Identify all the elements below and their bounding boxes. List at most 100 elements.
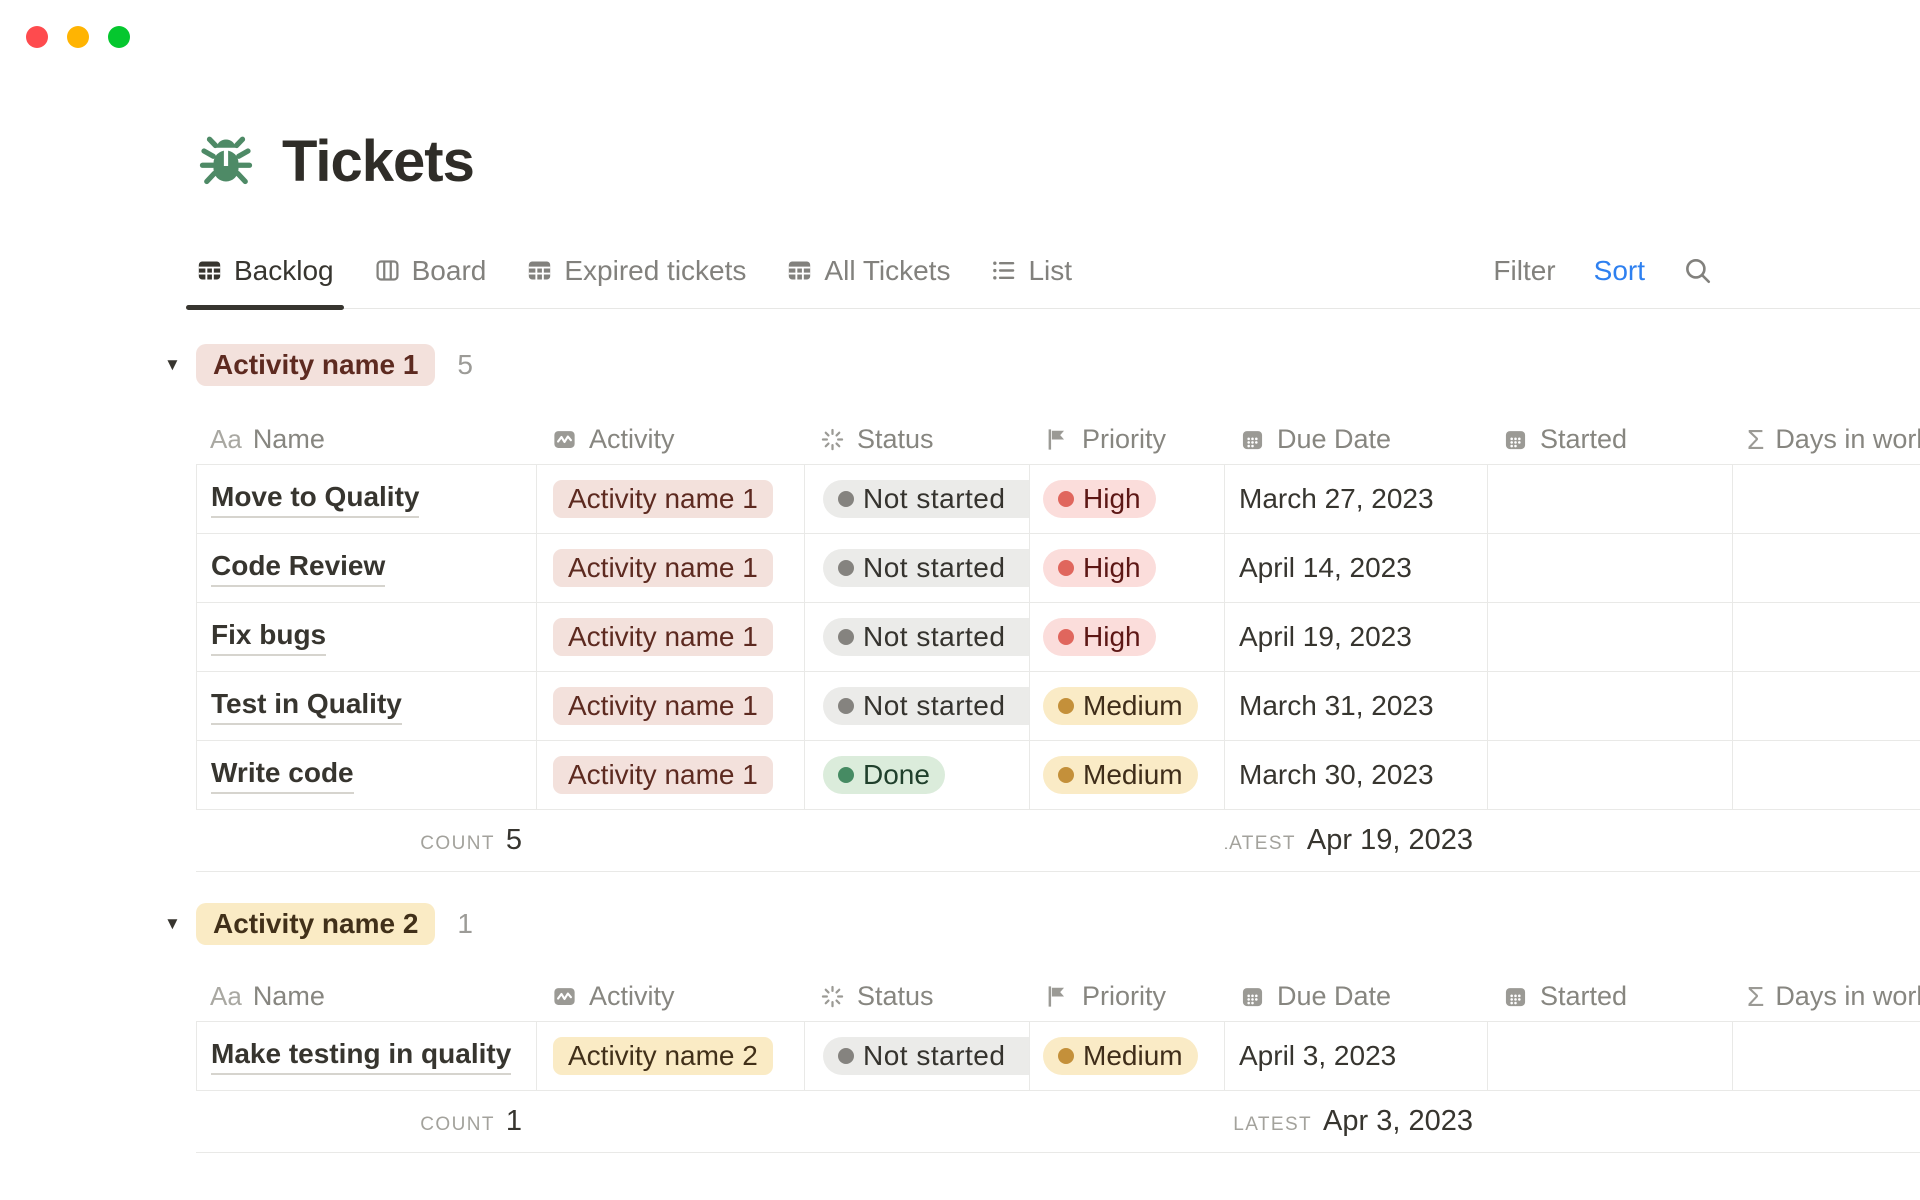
status-badge: Not started [823, 480, 1030, 518]
count-calculation[interactable]: COUNT 1 [196, 1091, 537, 1152]
activity-cell[interactable]: Activity name 1 [537, 465, 805, 534]
minimize-button[interactable] [67, 26, 89, 48]
activity-cell[interactable]: Activity name 1 [537, 741, 805, 810]
group-badge[interactable]: Activity name 1 [196, 344, 435, 386]
column-header-activity[interactable]: Activity [537, 415, 805, 464]
column-header-days-in-work[interactable]: Σ Days in work [1733, 972, 1920, 1021]
status-cell[interactable]: Not started [805, 1022, 1030, 1091]
priority-cell[interactable]: Medium [1030, 741, 1225, 810]
tickets-table: Aa Name Activity [196, 415, 1920, 872]
table-row: Code Review Activity name 1 Not started … [196, 534, 1920, 603]
column-header-status[interactable]: Status [805, 972, 1030, 1021]
activity-chart-icon [551, 426, 578, 453]
due-date-cell[interactable]: March 30, 2023 [1225, 741, 1488, 810]
tab-expired-tickets[interactable]: Expired tickets [526, 233, 746, 308]
days-in-work-cell[interactable] [1733, 1022, 1920, 1091]
column-header-days-in-work[interactable]: Σ Days in work [1733, 415, 1920, 464]
text-icon: Aa [210, 424, 242, 455]
started-cell[interactable] [1488, 465, 1733, 534]
latest-calculation[interactable]: LATEST Apr 19, 2023 [1225, 810, 1488, 871]
column-header-priority[interactable]: Priority [1030, 972, 1225, 1021]
days-in-work-cell[interactable] [1733, 534, 1920, 603]
calendar-icon [1502, 426, 1529, 453]
status-cell[interactable]: Done [805, 741, 1030, 810]
column-header-priority[interactable]: Priority [1030, 415, 1225, 464]
page-title[interactable]: Tickets [282, 128, 474, 195]
status-dot [838, 767, 854, 783]
started-cell[interactable] [1488, 603, 1733, 672]
status-dot [838, 1048, 854, 1064]
sigma-icon: Σ [1747, 981, 1764, 1013]
priority-badge: High [1043, 618, 1156, 656]
priority-cell[interactable]: High [1030, 603, 1225, 672]
days-in-work-cell[interactable] [1733, 741, 1920, 810]
tab-all-tickets[interactable]: All Tickets [786, 233, 950, 308]
name-cell[interactable]: Test in Quality [196, 672, 537, 741]
tab-list[interactable]: List [990, 233, 1072, 308]
activity-cell[interactable]: Activity name 1 [537, 672, 805, 741]
priority-cell[interactable]: Medium [1030, 1022, 1225, 1091]
days-in-work-cell[interactable] [1733, 465, 1920, 534]
column-header-status[interactable]: Status [805, 415, 1030, 464]
column-header-due-date[interactable]: Due Date [1225, 972, 1488, 1021]
status-badge: Done [823, 756, 945, 794]
status-cell[interactable]: Not started [805, 603, 1030, 672]
name-cell[interactable]: Make testing in quality [196, 1022, 537, 1091]
sort-button[interactable]: Sort [1594, 255, 1645, 287]
name-cell[interactable]: Fix bugs [196, 603, 537, 672]
due-date-cell[interactable]: April 14, 2023 [1225, 534, 1488, 603]
activity-tag: Activity name 2 [553, 1037, 773, 1075]
column-header-name[interactable]: Aa Name [196, 415, 537, 464]
collapse-triangle-icon[interactable]: ▼ [164, 355, 181, 375]
activity-tag: Activity name 1 [553, 687, 773, 725]
bug-icon[interactable] [196, 132, 256, 192]
group-activity-name-2: ▼ Activity name 2 1 Aa Name Activit [196, 902, 1920, 1153]
status-cell[interactable]: Not started [805, 465, 1030, 534]
zoom-button[interactable] [108, 26, 130, 48]
status-dot [838, 629, 854, 645]
priority-cell[interactable]: Medium [1030, 672, 1225, 741]
activity-tag: Activity name 1 [553, 618, 773, 656]
started-cell[interactable] [1488, 741, 1733, 810]
due-date-cell[interactable]: April 3, 2023 [1225, 1022, 1488, 1091]
status-cell[interactable]: Not started [805, 672, 1030, 741]
column-header-activity[interactable]: Activity [537, 972, 805, 1021]
due-date-cell[interactable]: April 19, 2023 [1225, 603, 1488, 672]
group-badge[interactable]: Activity name 2 [196, 903, 435, 945]
tab-board[interactable]: Board [374, 233, 487, 308]
column-header-due-date[interactable]: Due Date [1225, 415, 1488, 464]
tab-backlog[interactable]: Backlog [196, 233, 334, 308]
name-cell[interactable]: Move to Quality [196, 465, 537, 534]
filter-button[interactable]: Filter [1493, 255, 1555, 287]
close-button[interactable] [26, 26, 48, 48]
column-header-started[interactable]: Started [1488, 415, 1733, 464]
priority-cell[interactable]: High [1030, 534, 1225, 603]
started-cell[interactable] [1488, 534, 1733, 603]
started-cell[interactable] [1488, 1022, 1733, 1091]
list-icon [990, 257, 1017, 284]
name-cell[interactable]: Write code [196, 741, 537, 810]
activity-cell[interactable]: Activity name 2 [537, 1022, 805, 1091]
activity-cell[interactable]: Activity name 1 [537, 603, 805, 672]
due-date-cell[interactable]: March 27, 2023 [1225, 465, 1488, 534]
latest-calculation[interactable]: LATEST Apr 3, 2023 [1225, 1091, 1488, 1152]
name-cell[interactable]: Code Review [196, 534, 537, 603]
days-in-work-cell[interactable] [1733, 603, 1920, 672]
days-in-work-cell[interactable] [1733, 672, 1920, 741]
priority-cell[interactable]: High [1030, 465, 1225, 534]
tab-label: List [1028, 255, 1072, 287]
count-calculation[interactable]: COUNT 5 [196, 810, 537, 871]
column-header-name[interactable]: Aa Name [196, 972, 537, 1021]
tab-label: Expired tickets [564, 255, 746, 287]
collapse-triangle-icon[interactable]: ▼ [164, 914, 181, 934]
column-header-started[interactable]: Started [1488, 972, 1733, 1021]
table-footer-row: COUNT 5 LATEST Apr 19, 2023 [196, 810, 1920, 872]
search-icon[interactable] [1683, 256, 1713, 286]
group-header: ▼ Activity name 1 5 [196, 343, 1920, 387]
activity-cell[interactable]: Activity name 1 [537, 534, 805, 603]
status-badge: Not started [823, 687, 1030, 725]
status-cell[interactable]: Not started [805, 534, 1030, 603]
status-spinner-icon [819, 426, 846, 453]
started-cell[interactable] [1488, 672, 1733, 741]
due-date-cell[interactable]: March 31, 2023 [1225, 672, 1488, 741]
